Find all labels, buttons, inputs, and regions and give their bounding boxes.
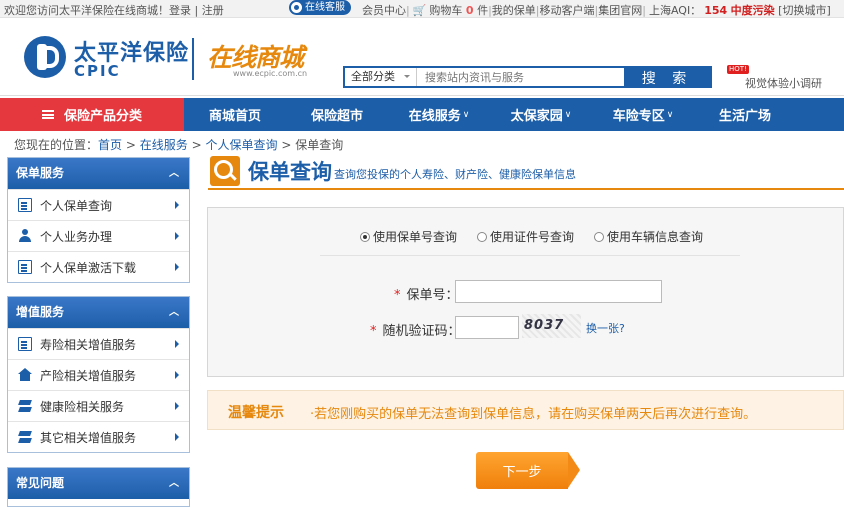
- query-form: 使用保单号查询 使用证件号查询 使用车辆信息查询 * 保单号： * 随机验证码： 8…: [207, 207, 844, 377]
- page-title-bar: 保单查询 查询您投保的个人寿险、财产险、健康险保单信息: [208, 152, 844, 190]
- group-site-link[interactable]: 集团官网: [598, 4, 642, 17]
- stack-icon: [18, 399, 32, 413]
- arrow-right-icon: [175, 433, 179, 441]
- sidebar-item-life-value[interactable]: 寿险相关增值服务: [8, 328, 189, 359]
- member-center-link[interactable]: 会员中心: [362, 4, 406, 17]
- mobile-client-link[interactable]: 移动客户端: [540, 4, 595, 17]
- breadcrumb-current: 保单查询: [295, 138, 344, 152]
- magnifier-document-icon: [210, 156, 240, 186]
- captcha-input[interactable]: [455, 316, 519, 339]
- sidebar-item-policy-activation[interactable]: 个人保单激活下载: [8, 251, 189, 282]
- online-service-button[interactable]: 在线客服: [289, 0, 351, 15]
- sidebar-item-personal-business[interactable]: 个人业务办理: [8, 220, 189, 251]
- nav-life-plaza[interactable]: 生活广场: [694, 98, 796, 131]
- document-icon: [18, 337, 32, 351]
- chevron-down-icon: ∨: [462, 109, 470, 120]
- header: 太平洋保险 CPIC 在线商城 www.ecpic.com.cn 全部分类 搜 …: [0, 18, 844, 96]
- welcome-text: 欢迎您访问太平洋保险在线商城！登录 | 注册: [4, 4, 224, 17]
- chevron-down-icon: ∨: [564, 109, 572, 120]
- collapse-icon: ︿: [169, 478, 179, 489]
- aqi-value: 154: [704, 4, 728, 17]
- nav-auto-insurance[interactable]: 车险专区 ∨: [592, 98, 694, 131]
- tip-heading: 温馨提示: [228, 405, 284, 421]
- chevron-down-icon: ∨: [666, 109, 674, 120]
- breadcrumb-home[interactable]: 首页: [98, 138, 122, 152]
- sidebar-faq-panel: 常见问题 ︿: [7, 467, 190, 507]
- search-input[interactable]: [417, 68, 624, 86]
- house-icon: [18, 368, 32, 382]
- nav-cpic-home[interactable]: 太保家园 ∨: [490, 98, 592, 131]
- radio-policy-number[interactable]: 使用保单号查询: [360, 228, 457, 245]
- nav-online-service[interactable]: 在线服务 ∨: [388, 98, 490, 131]
- captcha-label: * 随机验证码：: [370, 324, 461, 339]
- document-icon: [18, 198, 32, 212]
- radio-id-number[interactable]: 使用证件号查询: [477, 228, 574, 245]
- cart-count: 0: [465, 4, 474, 17]
- breadcrumb-personal-policy[interactable]: 个人保单查询: [205, 138, 277, 152]
- my-policy-link[interactable]: 我的保单: [492, 4, 536, 17]
- next-step-button[interactable]: 下一步: [476, 452, 580, 489]
- faq-panel-header[interactable]: 常见问题 ︿: [8, 468, 189, 499]
- policy-panel-header[interactable]: 保单服务 ︿: [8, 158, 189, 189]
- sidebar-value-panel: 增值服务 ︿ 寿险相关增值服务 产险相关增值服务 健康险相关服务 其它相关增值服务: [7, 296, 190, 453]
- online-mall-logo[interactable]: 在线商城 www.ecpic.com.cn: [207, 38, 307, 78]
- tip-body: ·若您刚购买的保单无法查询到保单信息，请在购买保单两天后再次进行查询。: [310, 407, 757, 422]
- search-bar: 全部分类 搜 索: [343, 66, 712, 88]
- product-category-menu[interactable]: 保险产品分类: [0, 98, 184, 131]
- breadcrumb: 您现在的位置：首页 > 在线服务 > 个人保单查询 > 保单查询: [14, 138, 344, 152]
- arrow-right-icon: [175, 263, 179, 271]
- nav-insurance-market[interactable]: 保险超市: [286, 98, 388, 131]
- cart-icon[interactable]: 🛒: [410, 4, 430, 17]
- arrow-right-icon: [175, 232, 179, 240]
- document-icon: [18, 260, 32, 274]
- page-subtitle: 查询您投保的个人寿险、财产险、健康险保单信息: [334, 168, 576, 181]
- sidebar-item-health-value[interactable]: 健康险相关服务: [8, 390, 189, 421]
- policy-number-input[interactable]: [455, 280, 662, 303]
- register-link[interactable]: 注册: [202, 4, 224, 17]
- arrow-right-icon: [175, 402, 179, 410]
- query-mode-group: 使用保单号查询 使用证件号查询 使用车辆信息查询: [360, 228, 723, 245]
- aqi-status: 中度污染: [730, 4, 775, 17]
- stack-icon: [18, 430, 32, 444]
- top-links: 会员中心| 🛒 购物车 0 件|我的保单|移动客户端|集团官网| 上海AQI： 154 …: [362, 4, 831, 17]
- cpic-logo-icon: [24, 36, 66, 78]
- search-button[interactable]: 搜 索: [624, 68, 710, 87]
- page-title: 保单查询: [248, 160, 332, 184]
- arrow-right-icon: [175, 340, 179, 348]
- sidebar-item-property-value[interactable]: 产险相关增值服务: [8, 359, 189, 390]
- search-category-select[interactable]: 全部分类: [345, 68, 417, 86]
- cpic-logo[interactable]: 太平洋保险 CPIC: [24, 32, 194, 84]
- warm-tip: 温馨提示 ·若您刚购买的保单无法查询到保单信息，请在购买保单两天后再次进行查询。: [207, 390, 844, 430]
- captcha-image: 8037: [522, 314, 581, 338]
- login-link[interactable]: 登录: [169, 4, 191, 17]
- main-nav: 保险产品分类 商城首页 保险超市 在线服务 ∨ 太保家园 ∨ 车险专区 ∨ 生活广场: [0, 98, 844, 131]
- sidebar-policy-panel: 保单服务 ︿ 个人保单查询 个人业务办理 个人保单激活下载: [7, 157, 190, 283]
- switch-city-link[interactable]: [切换城市]: [778, 4, 831, 17]
- arrow-right-icon: [175, 201, 179, 209]
- arrow-right-icon: [175, 371, 179, 379]
- collapse-icon: ︿: [169, 168, 179, 179]
- radio-vehicle-info[interactable]: 使用车辆信息查询: [594, 228, 703, 245]
- policy-number-label: * 保单号：: [394, 288, 459, 303]
- sidebar-item-personal-policy-query[interactable]: 个人保单查询: [8, 189, 189, 220]
- value-panel-header[interactable]: 增值服务 ︿: [8, 297, 189, 328]
- hot-badge: HOT!: [727, 65, 749, 74]
- cart-link[interactable]: 购物车: [429, 4, 462, 17]
- change-captcha-link[interactable]: 换一张?: [586, 320, 625, 336]
- top-bar: 欢迎您访问太平洋保险在线商城！登录 | 注册 在线客服 会员中心| 🛒 购物车 0 …: [0, 0, 844, 18]
- sidebar-item-other-value[interactable]: 其它相关增值服务: [8, 421, 189, 452]
- breadcrumb-online-service[interactable]: 在线服务: [140, 138, 188, 152]
- nav-mall-home[interactable]: 商城首页: [184, 98, 286, 131]
- headset-icon: [291, 2, 302, 13]
- person-icon: [18, 229, 32, 243]
- collapse-icon: ︿: [169, 307, 179, 318]
- menu-icon: [41, 110, 54, 119]
